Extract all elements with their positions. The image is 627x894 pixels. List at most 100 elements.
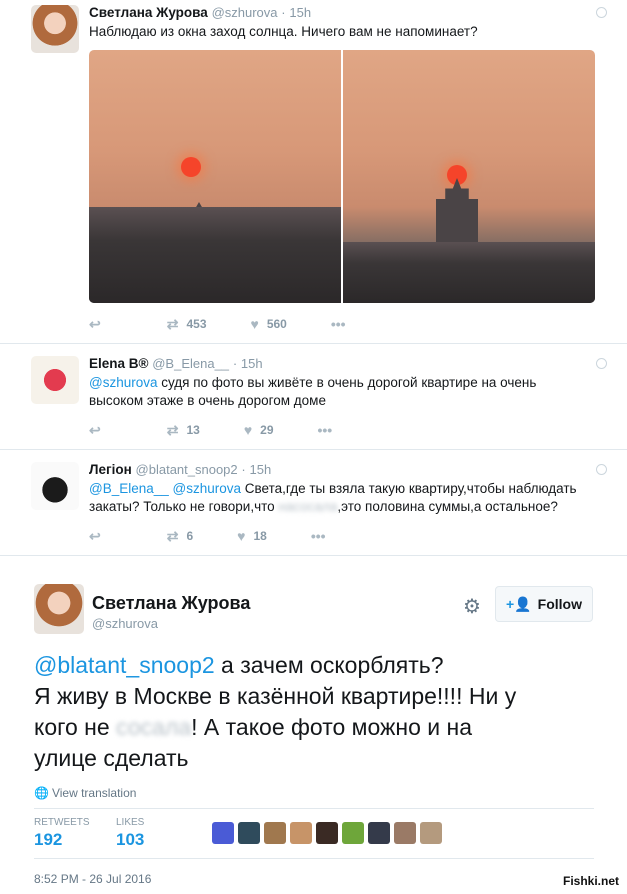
translate-label: View translation	[51, 786, 137, 800]
tweet-photos[interactable]	[89, 50, 595, 303]
reply-button[interactable]: ↩	[89, 528, 109, 545]
text-line: улице сделать	[34, 745, 189, 771]
tweet-szhurova: Светлана Журова @szhurova · 15h Наблюдаю…	[0, 0, 627, 344]
city-skyline	[89, 206, 341, 303]
liker-avatar[interactable]	[264, 822, 286, 844]
likers-avatars	[212, 822, 446, 844]
censored-word: сосала	[109, 714, 192, 740]
main-author-name[interactable]: Светлана Журова	[92, 593, 250, 614]
text-line: ,это половина суммы,а остальное?	[337, 499, 558, 514]
author-name[interactable]: Elena B®	[89, 356, 148, 371]
retweet-button[interactable]: ⇄ 13	[167, 422, 200, 439]
heart-icon: ♥	[250, 316, 259, 332]
heart-icon: ♥	[243, 422, 253, 438]
more-icon: •••	[310, 528, 326, 544]
reply-button[interactable]: ↩	[89, 422, 109, 439]
mention-link[interactable]: @blatant_snoop2	[34, 652, 215, 678]
retweet-icon: ⇄	[166, 315, 179, 332]
likes-stat[interactable]: LIKES 103	[116, 817, 144, 850]
text-line: высоком этаже в очень дорогом доме	[89, 393, 326, 408]
avatar[interactable]	[31, 5, 79, 53]
retweet-count: 6	[186, 529, 194, 543]
text-line: а зачем оскорблять?	[214, 652, 444, 678]
tweet-time[interactable]: 15h	[250, 462, 272, 477]
author-handle[interactable]: @blatant_snoop2	[136, 462, 238, 477]
city-skyline	[343, 242, 595, 303]
more-button[interactable]: •••	[311, 528, 334, 544]
separator-dot: ·	[241, 462, 246, 477]
heart-icon: ♥	[237, 528, 246, 544]
main-tweet-text: @blatant_snoop2 а зачем оскорблять? Я жи…	[34, 650, 594, 774]
avatar[interactable]	[31, 356, 79, 404]
separator-dot: ·	[281, 5, 286, 20]
more-button[interactable]: •••	[318, 422, 341, 438]
liker-avatar[interactable]	[316, 822, 338, 844]
main-avatar[interactable]	[34, 584, 84, 634]
text-line: Я живу в Москве в казённой квартире!!!! …	[34, 683, 517, 709]
globe-icon	[596, 7, 607, 18]
tweet-header: Легіон @blatant_snoop2 · 15h	[89, 462, 271, 477]
reply-icon: ↩	[89, 421, 101, 438]
author-handle[interactable]: @B_Elena__	[152, 356, 229, 371]
main-author-handle[interactable]: @szhurova	[92, 616, 158, 631]
liker-avatar[interactable]	[394, 822, 416, 844]
retweet-button[interactable]: ⇄ 453	[167, 316, 207, 333]
liker-avatar[interactable]	[368, 822, 390, 844]
view-translation-link[interactable]: 🌐 View translation	[34, 786, 136, 800]
tweet-text: Наблюдаю из окна заход солнца. Ничего ва…	[89, 24, 478, 39]
like-count: 18	[253, 529, 267, 543]
retweet-button[interactable]: ⇄ 6	[167, 528, 193, 545]
divider	[34, 858, 594, 859]
liker-avatar[interactable]	[212, 822, 234, 844]
gear-icon[interactable]: ⚙	[463, 594, 481, 619]
more-icon: •••	[330, 316, 346, 332]
liker-avatar[interactable]	[238, 822, 260, 844]
mention-link[interactable]: @szhurova	[173, 481, 241, 496]
tweet-time[interactable]: 15h	[241, 356, 263, 371]
text-line: закаты? Только не говори,что	[89, 499, 279, 514]
liker-avatar[interactable]	[342, 822, 364, 844]
more-icon: •••	[317, 422, 333, 438]
mention-link[interactable]: @szhurova	[89, 375, 157, 390]
retweets-count: 192	[34, 830, 63, 849]
retweets-stat[interactable]: RETWEETS 192	[34, 817, 90, 850]
like-count: 29	[260, 423, 274, 437]
watermark: Fishki.net	[560, 874, 621, 888]
follow-label: Follow	[537, 596, 582, 612]
author-handle[interactable]: @szhurova	[212, 5, 278, 20]
reply-button[interactable]: ↩	[89, 316, 109, 333]
divider	[34, 808, 594, 809]
tweet-header: Elena B® @B_Elena__ · 15h	[89, 356, 263, 371]
sunset-photo-left[interactable]	[89, 50, 341, 303]
tweet-actions: ↩ ⇄ 6 ♥ 18 •••	[89, 528, 378, 545]
retweets-label: RETWEETS	[34, 817, 90, 828]
globe-icon	[596, 358, 607, 369]
like-button[interactable]: ♥ 29	[244, 422, 274, 438]
follow-button[interactable]: +👤 Follow	[495, 586, 593, 622]
retweet-icon: ⇄	[166, 527, 179, 544]
like-button[interactable]: ♥ 560	[251, 316, 287, 332]
text-line: ! А такое фото можно и на	[191, 714, 473, 740]
globe-icon: 🌐	[34, 786, 49, 800]
sunset-photo-right[interactable]	[343, 50, 595, 303]
tweet-actions: ↩ ⇄ 453 ♥ 560 •••	[89, 316, 398, 333]
building-tower	[436, 178, 478, 248]
reply-icon: ↩	[89, 315, 101, 332]
globe-icon	[596, 464, 607, 475]
author-name[interactable]: Светлана Журова	[89, 5, 208, 20]
retweet-icon: ⇄	[166, 421, 179, 438]
tweet-header: Светлана Журова @szhurova · 15h	[89, 5, 311, 20]
tweet-time[interactable]: 15h	[289, 5, 311, 20]
text-line: судя по фото вы живёте в очень дорогой к…	[157, 375, 537, 390]
liker-avatar[interactable]	[420, 822, 442, 844]
author-name[interactable]: Легіон	[89, 462, 132, 477]
tweet-timestamp[interactable]: 8:52 PM - 26 Jul 2016	[34, 872, 151, 886]
tweet-reply-elena: Elena B® @B_Elena__ · 15h @szhurova судя…	[0, 344, 627, 450]
more-button[interactable]: •••	[331, 316, 354, 332]
like-button[interactable]: ♥ 18	[237, 528, 267, 544]
tweet-actions: ↩ ⇄ 13 ♥ 29 •••	[89, 422, 384, 439]
avatar[interactable]	[31, 462, 79, 510]
reply-icon: ↩	[89, 527, 101, 544]
liker-avatar[interactable]	[290, 822, 312, 844]
mention-link[interactable]: @B_Elena__	[89, 481, 169, 496]
